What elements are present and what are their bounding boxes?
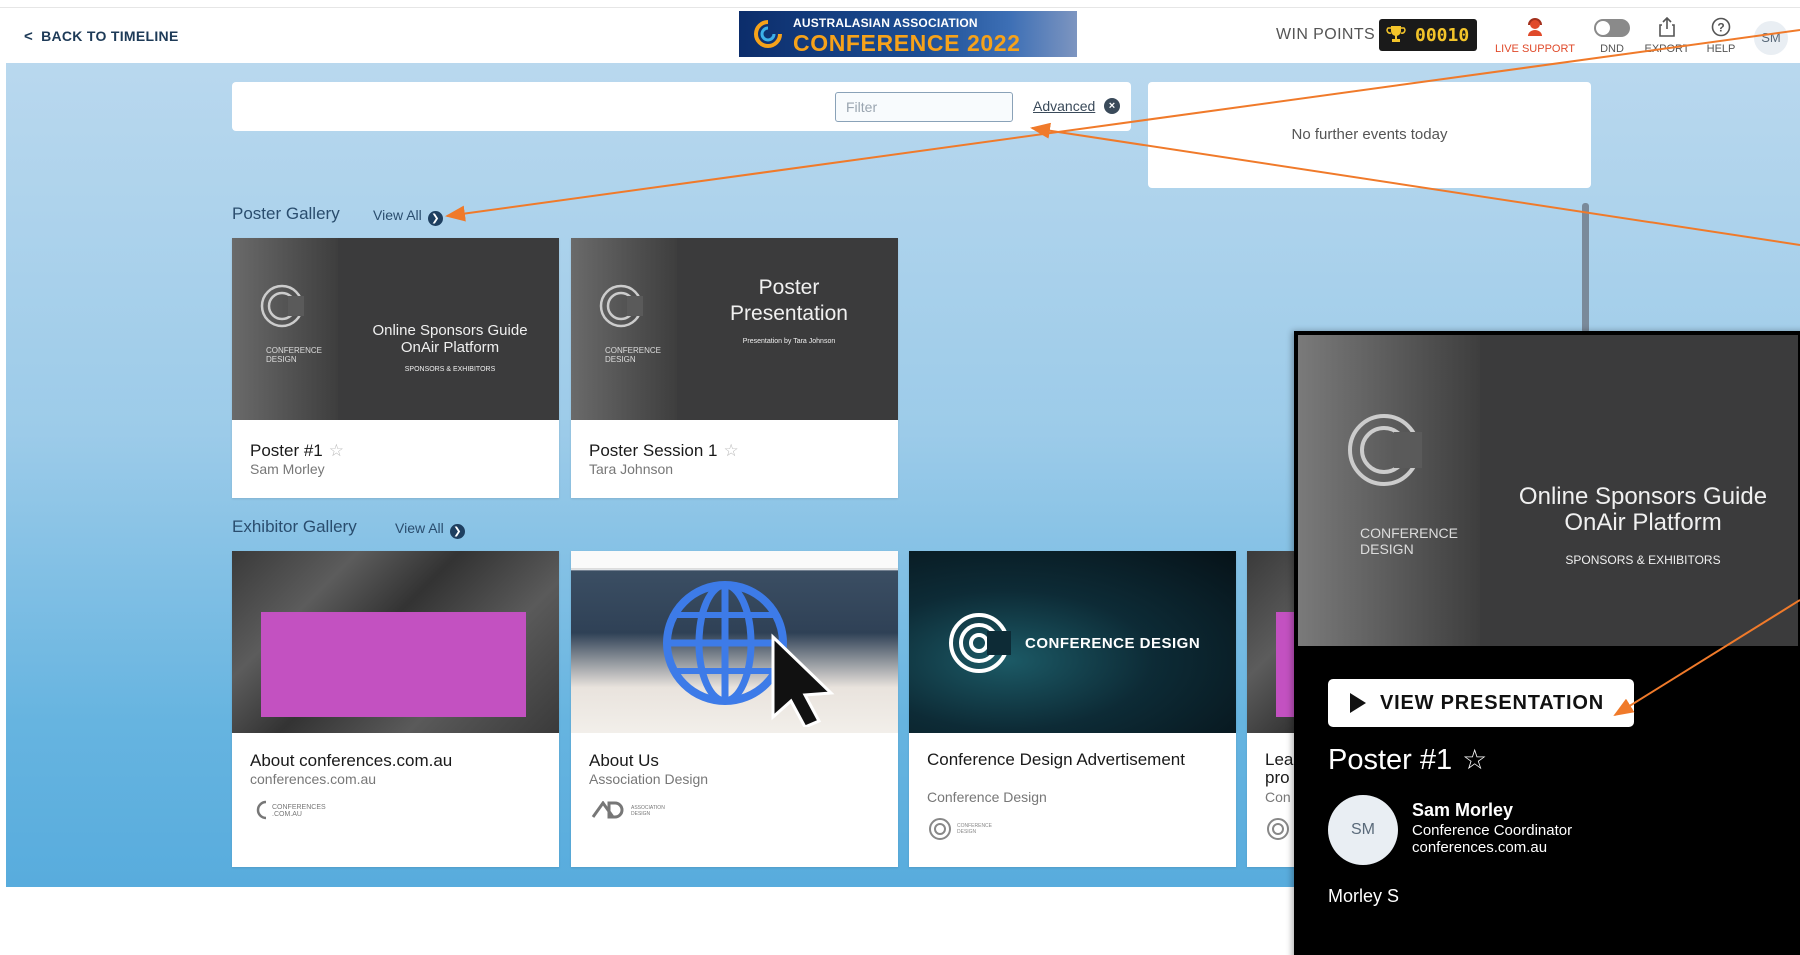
top-header: < BACK TO TIMELINE AUSTRALASIAN ASSOCIATI… bbox=[0, 7, 1800, 63]
poster-view-all-link[interactable]: View All ❯ bbox=[373, 207, 443, 226]
presenter-name: Sam Morley bbox=[1412, 800, 1514, 820]
no-events-message: No further events today bbox=[1291, 126, 1448, 143]
chevron-left-icon: < bbox=[24, 28, 34, 45]
exhibitor-title: About Us bbox=[589, 751, 659, 770]
clear-filter-icon[interactable]: × bbox=[1104, 98, 1120, 114]
conference-banner: AUSTRALASIAN ASSOCIATION CONFERENCE 2022 bbox=[739, 11, 1077, 57]
svg-text:CONFERENCES: CONFERENCES bbox=[272, 804, 326, 811]
exhibitor-title: Lea pro bbox=[1265, 750, 1294, 787]
exhibitor-title: About conferences.com.au bbox=[250, 751, 453, 770]
poster-author: Sam Morley bbox=[250, 461, 325, 477]
exhibitor-thumbnail bbox=[571, 551, 898, 733]
exhibitor-thumbnail bbox=[232, 551, 559, 733]
conference-logo-icon bbox=[754, 20, 782, 48]
poster-title: Poster Session 1 ☆ bbox=[589, 441, 739, 460]
trophy-icon bbox=[1386, 26, 1406, 42]
question-circle-icon: ? bbox=[1711, 17, 1731, 37]
chevron-right-icon: ❯ bbox=[427, 211, 443, 226]
poster-gallery-title: Poster Gallery bbox=[232, 204, 340, 223]
exhibitor-company: Association Design bbox=[589, 771, 709, 787]
dnd-toggle[interactable]: DND bbox=[1590, 17, 1634, 55]
win-points-badge[interactable]: 00010 bbox=[1379, 19, 1477, 51]
exhibitor-card[interactable]: About Us Association Design ASSOCIATION … bbox=[571, 551, 898, 867]
svg-text:?: ? bbox=[1717, 21, 1724, 35]
thumb-brand-text: CONFERENCE DESIGN bbox=[1025, 635, 1201, 652]
upcoming-events-card: No further events today bbox=[1148, 82, 1591, 188]
svg-text:.COM.AU: .COM.AU bbox=[272, 811, 302, 818]
presentation-preview[interactable]: CONFERENCE DESIGN Online Sponsors Guide … bbox=[1298, 335, 1798, 646]
export-button[interactable]: EXPORT bbox=[1644, 16, 1690, 55]
thumb-logo-text: CONFERENCE DESIGN bbox=[605, 346, 662, 364]
presenter-avatar: SM bbox=[1328, 795, 1398, 865]
banner-line2: CONFERENCE 2022 bbox=[793, 30, 1021, 56]
poster-thumbnail: CONFERENCE DESIGN Online Sponsors Guide … bbox=[232, 238, 559, 420]
poster-card[interactable]: CONFERENCE DESIGN Online Sponsors Guide … bbox=[232, 238, 559, 498]
headset-icon bbox=[1528, 18, 1542, 36]
poster-thumbnail: CONFERENCE DESIGN Poster Presentation Pr… bbox=[571, 238, 898, 420]
association-design-logo-icon: ASSOCIATION DESIGN bbox=[591, 800, 665, 819]
play-icon bbox=[1350, 693, 1366, 713]
presenter-organization: conferences.com.au bbox=[1412, 839, 1548, 856]
thumb-logo-text: CONFERENCE DESIGN bbox=[1360, 525, 1459, 557]
star-outline-icon[interactable]: ☆ bbox=[1462, 744, 1487, 775]
user-avatar[interactable]: SM bbox=[1754, 21, 1788, 55]
filter-input[interactable] bbox=[835, 92, 1013, 122]
exhibitor-company: Con bbox=[1265, 789, 1291, 805]
exhibitor-card[interactable]: CONFERENCE DESIGN Conference Design Adve… bbox=[909, 551, 1236, 867]
toggle-switch[interactable] bbox=[1594, 19, 1630, 37]
page: { "header": { "back_label": "BACK TO TIM… bbox=[0, 0, 1800, 955]
banner-line1: AUSTRALASIAN ASSOCIATION bbox=[793, 16, 978, 30]
company-logo: CONFERENCE DESIGN bbox=[929, 817, 1009, 843]
exhibitor-title: Conference Design Advertisement bbox=[927, 750, 1185, 769]
conference-design-logo-icon bbox=[599, 284, 643, 328]
poster-title: Poster #1 ☆ bbox=[1328, 744, 1488, 776]
poster-detail-panel: CONFERENCE DESIGN Online Sponsors Guide … bbox=[1294, 331, 1800, 955]
scrollbar[interactable] bbox=[1582, 203, 1589, 333]
company-logo: ASSOCIATION DESIGN bbox=[591, 800, 671, 823]
company-logo: CONFERENCES .COM.AU bbox=[252, 799, 332, 823]
share-icon bbox=[1659, 16, 1675, 37]
back-to-timeline-link[interactable]: < BACK TO TIMELINE bbox=[24, 28, 179, 45]
conference-design-logo-icon bbox=[260, 284, 304, 328]
presenter-short-name: Morley S bbox=[1328, 886, 1400, 906]
exhibitor-gallery-title: Exhibitor Gallery bbox=[232, 517, 357, 536]
conference-design-small-logo-icon bbox=[1267, 818, 1289, 840]
conference-design-logo-icon bbox=[1348, 414, 1422, 486]
exhibitor-company: conferences.com.au bbox=[250, 771, 377, 787]
svg-text:DESIGN: DESIGN bbox=[957, 829, 977, 835]
conference-design-small-logo-icon: CONFERENCE DESIGN bbox=[929, 818, 993, 840]
conferences-logo-icon: CONFERENCES .COM.AU bbox=[256, 800, 326, 820]
advanced-filter-link[interactable]: Advanced bbox=[1033, 98, 1095, 114]
poster-author: Tara Johnson bbox=[589, 461, 674, 477]
exhibitor-card[interactable]: About conferences.com.au conferences.com… bbox=[232, 551, 559, 867]
poster-card[interactable]: CONFERENCE DESIGN Poster Presentation Pr… bbox=[571, 238, 898, 498]
thumb-logo-text: CONFERENCE DESIGN bbox=[266, 346, 323, 364]
presenter-role: Conference Coordinator bbox=[1412, 822, 1573, 839]
help-button[interactable]: ? HELP bbox=[1701, 17, 1741, 55]
exhibitor-company: Conference Design bbox=[927, 789, 1047, 805]
star-outline-icon[interactable]: ☆ bbox=[724, 441, 739, 460]
exhibitor-thumbnail: CONFERENCE DESIGN bbox=[909, 551, 1236, 733]
conference-design-logo-icon bbox=[949, 613, 1011, 673]
company-logo bbox=[1267, 817, 1291, 843]
poster-title: Poster #1 ☆ bbox=[250, 441, 345, 460]
star-outline-icon[interactable]: ☆ bbox=[329, 441, 344, 460]
win-points-value: 00010 bbox=[1415, 25, 1470, 46]
svg-text:DESIGN: DESIGN bbox=[631, 811, 651, 817]
win-points-label: WIN POINTS bbox=[1276, 26, 1376, 43]
exhibitor-view-all-link[interactable]: View All ❯ bbox=[395, 520, 465, 539]
chevron-right-icon: ❯ bbox=[449, 524, 465, 539]
live-support-button[interactable]: LIVE SUPPORT bbox=[1490, 17, 1580, 55]
globe-cursor-icon bbox=[663, 581, 835, 727]
view-presentation-button[interactable]: VIEW PRESENTATION bbox=[1328, 679, 1634, 727]
filter-bar: Advanced × bbox=[232, 82, 1131, 131]
